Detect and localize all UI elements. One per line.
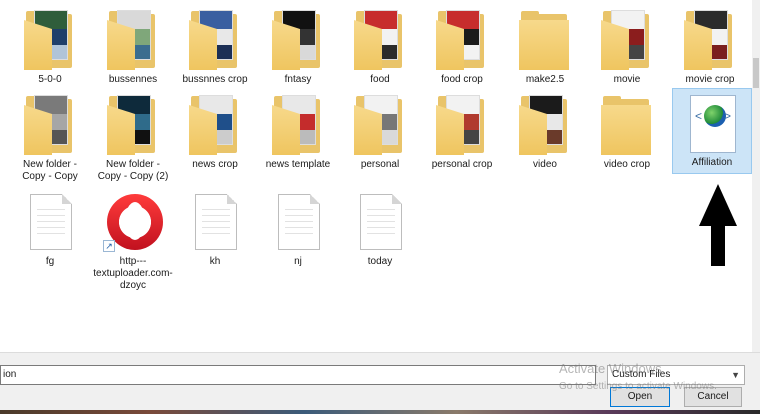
filename-input[interactable]: ion <box>0 365 596 385</box>
item-label: personal <box>360 159 400 170</box>
folder-icon <box>597 95 657 157</box>
globe-icon <box>704 105 726 127</box>
item-label: personal crop <box>431 159 493 170</box>
folder-item[interactable]: food <box>340 10 420 86</box>
annotation-arrow-shaft <box>711 224 725 266</box>
folder-icon <box>20 95 80 157</box>
folder-item[interactable]: personal crop <box>422 95 502 171</box>
taskbar-strip <box>0 410 760 414</box>
item-label: fntasy <box>284 74 312 85</box>
folder-item[interactable]: movie <box>587 10 667 86</box>
folder-icon <box>103 95 163 157</box>
folder-icon <box>680 10 740 72</box>
file-item[interactable]: nj <box>258 192 338 268</box>
item-label: kh <box>209 256 221 267</box>
folder-item[interactable]: video crop <box>587 95 667 171</box>
selected-file-item[interactable]: < > Affiliation <box>672 88 752 174</box>
item-label: food crop <box>441 74 483 85</box>
file-item[interactable]: fg <box>10 192 90 268</box>
folder-icon <box>515 95 575 157</box>
folder-icon <box>350 10 410 72</box>
item-label: nj <box>294 256 302 267</box>
folder-item[interactable]: 5-0-0 <box>10 10 90 86</box>
shortcut-arrow-icon: ↗ <box>103 240 115 252</box>
folder-item[interactable]: bussennes <box>93 10 173 86</box>
item-label: New folder - Copy - Copy <box>22 159 78 182</box>
folder-item[interactable]: bussnnes crop <box>175 10 255 86</box>
folder-icon <box>20 10 80 72</box>
item-label: movie crop <box>685 74 735 85</box>
folder-item[interactable]: food crop <box>422 10 502 86</box>
folder-item[interactable]: video <box>505 95 585 171</box>
opera-icon: ↗ <box>103 192 163 254</box>
file-item[interactable]: kh <box>175 192 255 268</box>
activate-windows-subtitle: Go to Settings to activate Windows. <box>559 381 717 392</box>
document-icon <box>20 192 80 254</box>
item-label: http---textuploader.com-dzoyc <box>93 256 173 291</box>
document-icon <box>268 192 328 254</box>
folder-icon <box>350 95 410 157</box>
folder-item[interactable]: news template <box>258 95 338 171</box>
item-label: video <box>533 159 557 170</box>
file-list-view[interactable]: 5-0-0 bussennes bussnnes crop fntasy foo… <box>0 0 752 352</box>
item-label: bussennes <box>108 74 158 85</box>
item-label: movie <box>613 74 641 85</box>
document-icon <box>185 192 245 254</box>
item-label: video crop <box>603 159 651 170</box>
folder-icon <box>268 10 328 72</box>
vertical-scrollbar[interactable] <box>752 0 760 352</box>
folder-icon <box>268 95 328 157</box>
activate-windows-title: Activate Windows <box>559 361 662 376</box>
folder-item[interactable]: New folder - Copy - Copy <box>10 95 90 183</box>
folder-icon <box>432 10 492 72</box>
item-label: bussnnes crop <box>182 74 248 85</box>
item-label: 5-0-0 <box>38 74 62 85</box>
item-label: fg <box>45 256 55 267</box>
annotation-arrow-head <box>699 184 737 226</box>
item-label: make2.5 <box>525 74 565 85</box>
chevron-down-icon: ▼ <box>731 370 740 380</box>
folder-icon <box>597 10 657 72</box>
folder-item[interactable]: movie crop <box>670 10 750 86</box>
folder-item[interactable]: New folder - Copy - Copy (2) <box>93 95 173 183</box>
folder-icon <box>103 10 163 72</box>
folder-icon <box>432 95 492 157</box>
html-file-icon: < > <box>682 93 742 155</box>
item-label: food <box>370 74 390 85</box>
item-label: news crop <box>192 159 238 170</box>
folder-icon <box>185 10 245 72</box>
folder-item[interactable]: news crop <box>175 95 255 171</box>
scrollbar-thumb[interactable] <box>753 58 759 88</box>
item-label: New folder - Copy - Copy (2) <box>97 159 169 182</box>
shortcut-item[interactable]: ↗ http---textuploader.com-dzoyc <box>93 192 173 292</box>
item-label: today <box>367 256 393 267</box>
document-icon <box>350 192 410 254</box>
folder-icon <box>515 10 575 72</box>
folder-item[interactable]: make2.5 <box>505 10 585 86</box>
folder-icon <box>185 95 245 157</box>
folder-item[interactable]: personal <box>340 95 420 171</box>
item-label: Affiliation <box>691 157 733 168</box>
item-label: news template <box>265 159 331 170</box>
folder-item[interactable]: fntasy <box>258 10 338 86</box>
file-item[interactable]: today <box>340 192 420 268</box>
